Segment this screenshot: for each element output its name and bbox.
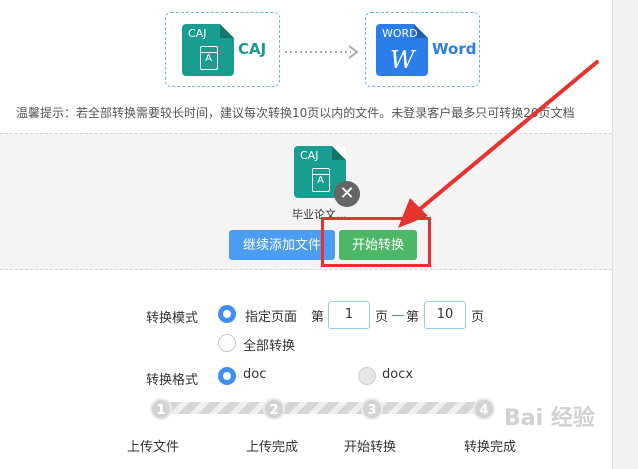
conversion-mode-label: 转换模式 bbox=[146, 311, 199, 326]
remove-file-button[interactable]: ✕ bbox=[334, 181, 360, 207]
step-1-circle: 1 bbox=[150, 398, 172, 420]
source-format-label: CAJ bbox=[238, 40, 267, 58]
book-glyph: A bbox=[205, 53, 212, 64]
target-format-card: WORD W Word bbox=[365, 12, 480, 87]
book-glyph: A bbox=[317, 175, 324, 186]
to-page-prefix: 第 bbox=[406, 310, 420, 325]
from-page-prefix: 第 bbox=[311, 310, 325, 325]
range-dash bbox=[392, 315, 404, 316]
all-pages-label: 全部转换 bbox=[243, 339, 296, 354]
target-format-label: Word bbox=[432, 40, 477, 58]
format-docx-label: docx bbox=[382, 367, 414, 382]
word-icon-text: WORD bbox=[382, 27, 418, 40]
format-doc-label: doc bbox=[243, 367, 267, 382]
step-3-circle: 3 bbox=[361, 398, 383, 420]
upload-zone[interactable]: CAJ A ✕ 毕业论文... 继续添加文件 开始转换 bbox=[0, 133, 612, 270]
arrow-right-icon bbox=[285, 45, 359, 59]
step-2-circle: 2 bbox=[263, 398, 285, 420]
add-more-files-button[interactable]: 继续添加文件 bbox=[229, 230, 335, 260]
book-icon: A bbox=[311, 168, 330, 192]
word-glyph: W bbox=[390, 46, 415, 74]
page-scrollbar[interactable] bbox=[612, 0, 638, 469]
radio-format-docx[interactable] bbox=[358, 367, 376, 385]
radio-all-pages[interactable] bbox=[218, 334, 236, 352]
radio-specified-pages[interactable] bbox=[218, 305, 236, 323]
to-page-suffix: 页 bbox=[471, 310, 485, 325]
book-icon: A bbox=[199, 46, 218, 70]
word-file-icon: WORD W bbox=[376, 24, 428, 76]
source-format-card: CAJ A CAJ bbox=[165, 12, 280, 87]
caj-file-icon: CAJ A bbox=[182, 24, 234, 76]
tip-text: 温馨提示：若全部转换需要较长时间，建议每次转换10页以内的文件。未登录客户最多只… bbox=[16, 106, 575, 120]
watermark-logo: Bai 经验 bbox=[504, 406, 595, 431]
caj-icon-text: CAJ bbox=[188, 27, 207, 40]
specified-pages-label: 指定页面 bbox=[245, 310, 298, 325]
from-page-suffix: 页 bbox=[375, 310, 389, 325]
radio-format-doc[interactable] bbox=[218, 367, 236, 385]
step-4-label: 转换完成 bbox=[464, 440, 517, 455]
step-1-label: 上传文件 bbox=[127, 440, 180, 455]
step-4-circle: 4 bbox=[473, 398, 495, 420]
highlight-box-annotation bbox=[321, 217, 431, 267]
conversion-format-label: 转换格式 bbox=[146, 373, 199, 388]
steps-progress-bar bbox=[160, 402, 486, 414]
step-3-label: 开始转换 bbox=[344, 440, 397, 455]
to-page-input[interactable]: 10 bbox=[424, 301, 466, 329]
from-page-input[interactable]: 1 bbox=[328, 301, 370, 329]
uploaded-icon-text: CAJ bbox=[300, 149, 319, 162]
step-2-label: 上传完成 bbox=[246, 440, 299, 455]
